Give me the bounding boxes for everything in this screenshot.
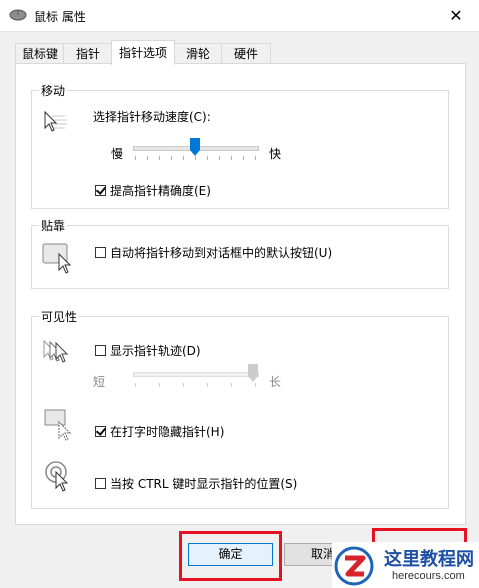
ctrl-location-label[interactable]: 当按 CTRL 键时显示指针的位置(S): [110, 475, 297, 492]
tab-pointer-options[interactable]: 指针选项: [111, 40, 175, 65]
trails-checkbox[interactable]: [95, 345, 106, 356]
watermark-sub: herecours.com: [392, 570, 465, 582]
ctrl-location-checkbox[interactable]: [95, 478, 106, 489]
tab-buttons[interactable]: 鼠标键: [15, 43, 65, 64]
watermark: 这里教程网 herecours.com: [332, 542, 479, 588]
tab-pointers[interactable]: 指针: [63, 43, 113, 64]
tab-label: 指针选项: [118, 46, 167, 60]
slow-label: 慢: [111, 147, 124, 161]
mouse-icon: [9, 9, 27, 21]
hide-while-typing-icon: [44, 409, 72, 441]
precision-checkbox[interactable]: [95, 185, 106, 196]
watermark-logo-icon: [334, 546, 374, 586]
ok-highlight-box: [179, 531, 282, 581]
trails-slider-track[interactable]: [133, 372, 259, 377]
speed-label: 选择指针移动速度(C):: [93, 110, 211, 124]
snap-group-label: 贴靠: [39, 217, 68, 234]
close-button[interactable]: ✕: [433, 0, 479, 31]
hide-typing-checkbox[interactable]: [95, 426, 106, 437]
tab-label: 滑轮: [185, 47, 210, 61]
pointer-speed-icon: [44, 110, 67, 132]
motion-group: 移动 选择指针移动速度(C): 慢 快 提高指针精确度(E): [31, 82, 449, 209]
visibility-group-label: 可见性: [39, 308, 80, 325]
tab-label: 指针: [75, 47, 100, 61]
snap-group: 贴靠 自动将指针移动到对话框中的默认按钮(U): [31, 217, 449, 289]
hide-typing-label[interactable]: 在打字时隐藏指针(H): [110, 423, 224, 440]
trails-label[interactable]: 显示指针轨迹(D): [110, 342, 201, 359]
pointer-trails-icon: [43, 339, 69, 363]
tab-hardware[interactable]: 硬件: [221, 43, 271, 64]
tab-wheel[interactable]: 滑轮: [173, 43, 223, 64]
title-bar: 鼠标 属性 ✕: [0, 0, 479, 32]
watermark-main: 这里教程网: [384, 549, 474, 570]
window-title: 鼠标 属性: [34, 10, 86, 24]
speed-slider-thumb[interactable]: [190, 138, 200, 156]
trails-slider-thumb[interactable]: [248, 364, 258, 382]
tab-label: 鼠标键: [21, 47, 58, 61]
tab-panel: 移动 选择指针移动速度(C): 慢 快 提高指针精确度(E) 贴靠 自动将指针移…: [15, 63, 466, 525]
long-label: 长: [269, 375, 282, 389]
precision-label[interactable]: 提高指针精确度(E): [110, 182, 211, 199]
visibility-group: 可见性 显示指针轨迹(D) 短 长 在打字时隐藏指针(H) 当按 CTRL 键时…: [31, 308, 449, 509]
fast-label: 快: [269, 147, 282, 161]
trails-slider-ticks: [135, 383, 257, 387]
close-icon: ✕: [449, 6, 463, 25]
snap-to-icon: [42, 243, 72, 274]
snap-label[interactable]: 自动将指针移动到对话框中的默认按钮(U): [110, 244, 332, 261]
pointer-location-icon: [45, 461, 69, 492]
snap-checkbox[interactable]: [95, 247, 106, 258]
motion-group-label: 移动: [39, 82, 68, 99]
tab-label: 硬件: [233, 47, 258, 61]
short-label: 短: [93, 375, 106, 389]
speed-slider-ticks: [135, 156, 257, 160]
